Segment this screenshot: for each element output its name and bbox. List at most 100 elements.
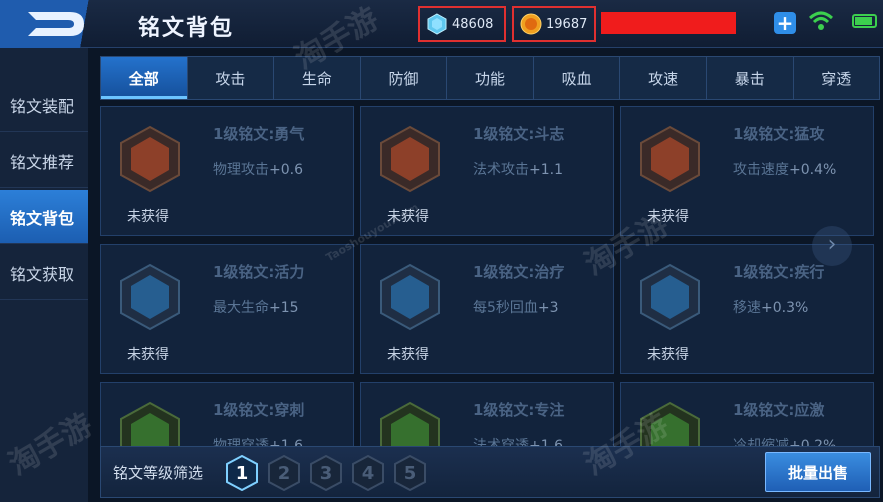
rune-stat-label: 法术攻击: [473, 162, 529, 178]
level-filter-4[interactable]: 4: [351, 454, 385, 492]
sidebar-item-label: 铭文装配: [10, 96, 75, 116]
rune-name: 1级铭文:穿刺: [213, 401, 305, 419]
crystal-value: 48608: [452, 16, 494, 32]
rune-status: 未获得: [387, 347, 429, 363]
rune-stat-label: 物理攻击: [213, 162, 269, 178]
rune-stat-label: 法术穿透: [473, 438, 529, 446]
sidebar: 铭文装配 铭文推荐 铭文背包 铭文获取: [0, 48, 88, 502]
rune-stat-value: +1.6: [529, 438, 563, 446]
rune-name: 1级铭文:斗志: [473, 125, 565, 143]
rune-stat-value: +0.2%: [789, 438, 837, 446]
sidebar-item-label: 铭文获取: [10, 264, 75, 284]
level-filter-number: 3: [319, 462, 333, 484]
rune-status: 未获得: [127, 209, 169, 225]
sidebar-item-recommend[interactable]: 铭文推荐: [0, 134, 88, 188]
sidebar-item-obtain[interactable]: 铭文获取: [0, 246, 88, 300]
tab-critical[interactable]: 暴击: [707, 57, 794, 99]
rune-card[interactable]: 1级铭文:斗志 法术攻击+1.1 未获得: [360, 106, 614, 236]
tab-attack[interactable]: 攻击: [188, 57, 275, 99]
rune-stat: 移速+0.3%: [733, 297, 808, 317]
sidebar-item-equip[interactable]: 铭文装配: [0, 78, 88, 132]
redacted-bar: [601, 12, 736, 34]
rune-stat-value: +15: [269, 300, 299, 316]
rune-emblem-icon: [640, 263, 700, 331]
rune-stat: 冷却缩减+0.2%: [733, 435, 836, 446]
rune-card[interactable]: 1级铭文:勇气 物理攻击+0.6 未获得: [100, 106, 354, 236]
rune-name: 1级铭文:猛攻: [733, 125, 825, 143]
rune-stat-value: +1.1: [529, 162, 563, 178]
rune-card[interactable]: 1级铭文:活力 最大生命+15 未获得: [100, 244, 354, 374]
rune-stat-label: 攻击速度: [733, 162, 789, 178]
sidebar-item-backpack[interactable]: 铭文背包: [0, 190, 88, 244]
rune-status: 未获得: [647, 347, 689, 363]
tab-defense[interactable]: 防御: [361, 57, 448, 99]
rune-emblem-icon: [640, 125, 700, 193]
rune-stat-label: 冷却缩减: [733, 438, 789, 446]
rune-emblem-icon: [640, 401, 700, 446]
rune-stat-value: +1.6: [269, 438, 303, 446]
rune-status: 未获得: [127, 347, 169, 363]
rune-stat: 物理攻击+0.6: [213, 159, 303, 179]
rune-emblem-icon: [380, 125, 440, 193]
filter-label: 铭文等级筛选: [113, 464, 204, 482]
rune-stat-label: 物理穿透: [213, 438, 269, 446]
sidebar-item-label: 铭文推荐: [10, 152, 75, 172]
rune-emblem-icon: [380, 401, 440, 446]
rune-emblem-icon: [380, 263, 440, 331]
rune-card[interactable]: 1级铭文:治疗 每5秒回血+3 未获得: [360, 244, 614, 374]
level-filter-1[interactable]: 1: [225, 454, 259, 492]
tab-penetration[interactable]: 穿透: [794, 57, 880, 99]
rune-stat: 法术攻击+1.1: [473, 159, 563, 179]
gold-value: 19687: [546, 16, 588, 32]
page-title: 铭文背包: [138, 16, 235, 41]
rune-stat-label: 每5秒回血: [473, 300, 538, 316]
add-plus-icon[interactable]: +: [774, 12, 796, 34]
level-filter-5[interactable]: 5: [393, 454, 427, 492]
rune-stat: 最大生命+15: [213, 297, 299, 317]
rune-stat-value: +0.3%: [761, 300, 809, 316]
rune-status: 未获得: [647, 209, 689, 225]
rune-name: 1级铭文:应激: [733, 401, 825, 419]
tab-attack-speed[interactable]: 攻速: [620, 57, 707, 99]
next-page-arrow-icon[interactable]: ›: [812, 226, 852, 266]
rune-card[interactable]: 1级铭文:猛攻 攻击速度+0.4% 未获得: [620, 106, 874, 236]
battery-icon: [852, 14, 877, 28]
rune-status: 未获得: [387, 209, 429, 225]
rune-stat-value: +0.4%: [789, 162, 837, 178]
gold-counter: 19687: [512, 6, 596, 42]
rune-stat: 法术穿透+1.6: [473, 435, 563, 446]
gold-coin-icon: [520, 13, 542, 35]
level-filter-3[interactable]: 3: [309, 454, 343, 492]
rune-stat: 物理穿透+1.6: [213, 435, 303, 446]
back-logo-icon: [28, 12, 84, 36]
tab-lifesteal[interactable]: 吸血: [534, 57, 621, 99]
tab-utility[interactable]: 功能: [447, 57, 534, 99]
rune-grid: 1级铭文:勇气 物理攻击+0.6 未获得 1级铭文:斗志 法术攻击+1.1 未获…: [100, 106, 880, 446]
batch-sell-button[interactable]: 批量出售: [765, 452, 871, 492]
tab-health[interactable]: 生命: [274, 57, 361, 99]
crystal-icon: [427, 13, 447, 35]
rune-name: 1级铭文:活力: [213, 263, 305, 281]
rune-stat-value: +0.6: [269, 162, 303, 178]
rune-card[interactable]: 1级铭文:应激 冷却缩减+0.2%: [620, 382, 874, 446]
rune-stat-value: +3: [537, 300, 559, 316]
wifi-icon: [808, 11, 834, 30]
rune-emblem-icon: [120, 125, 180, 193]
level-filter-bar: 铭文等级筛选 1 2 3 4 5 批量出售: [100, 446, 880, 498]
category-tabs: 全部 攻击 生命 防御 功能 吸血 攻速 暴击 穿透: [100, 56, 880, 100]
rune-stat: 每5秒回血+3: [473, 297, 559, 317]
rune-card[interactable]: 1级铭文:专注 法术穿透+1.6: [360, 382, 614, 446]
level-filter-number: 2: [277, 462, 291, 484]
level-filter-number: 4: [361, 462, 375, 484]
rune-stat-label: 最大生命: [213, 300, 269, 316]
back-button[interactable]: [0, 0, 118, 48]
rune-emblem-icon: [120, 263, 180, 331]
rune-card[interactable]: 1级铭文:穿刺 物理穿透+1.6: [100, 382, 354, 446]
top-bar: 铭文背包 48608 19687 +: [0, 0, 883, 48]
level-filter-number: 5: [403, 462, 417, 484]
rune-name: 1级铭文:勇气: [213, 125, 305, 143]
level-filter-2[interactable]: 2: [267, 454, 301, 492]
tab-all[interactable]: 全部: [101, 57, 188, 99]
rune-stat: 攻击速度+0.4%: [733, 159, 836, 179]
crystal-counter: 48608: [418, 6, 506, 42]
